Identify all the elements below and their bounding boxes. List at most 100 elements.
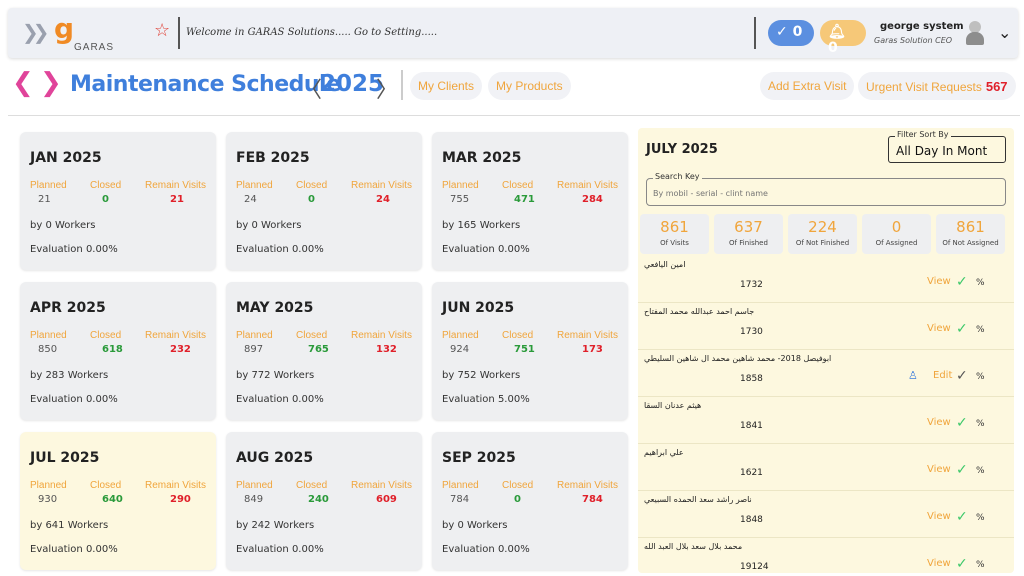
- add-extra-visit-button[interactable]: Add Extra Visit: [760, 72, 855, 100]
- visit-row: ابوفيصل 2018- محمد شاهين محمد ال شاهين ا…: [638, 350, 1014, 397]
- planned-label: Planned: [30, 480, 67, 491]
- my-products-button[interactable]: My Products: [488, 72, 571, 100]
- planned-label: Planned: [442, 180, 479, 191]
- assign-person-icon[interactable]: ♙: [908, 369, 918, 382]
- filter-sort-select[interactable]: Filter Sort By All Day In Mont: [888, 130, 1006, 163]
- divider: [401, 70, 403, 100]
- planned-label: Planned: [236, 330, 273, 341]
- view-button[interactable]: View: [927, 511, 951, 522]
- remain-label: Remain Visits: [557, 480, 618, 491]
- bell-icon: 🔔︎: [828, 24, 846, 40]
- avatar[interactable]: [964, 20, 986, 46]
- visit-code: 19124: [740, 562, 769, 572]
- my-clients-button[interactable]: My Clients: [410, 72, 483, 100]
- notifications-badge-button[interactable]: 🔔︎ 0: [820, 20, 866, 56]
- month-card[interactable]: SEP 2025 Planned Closed Remain Visits 784 0 78…: [432, 432, 628, 570]
- closed-label: Closed: [502, 180, 534, 191]
- next-page-icon[interactable]: ❯: [40, 68, 62, 98]
- closed-value: 471: [514, 194, 535, 205]
- checks-badge-button[interactable]: ✓ 0: [768, 20, 814, 46]
- visit-row: هيثم عدنان السقا 1841 View ✓%: [638, 397, 1014, 444]
- visit-code: 1841: [740, 421, 763, 431]
- remain-value: 232: [170, 344, 191, 355]
- star-icon[interactable]: ☆: [154, 20, 170, 41]
- remain-value: 784: [582, 494, 603, 505]
- previous-page-icon[interactable]: ❮: [12, 68, 34, 98]
- planned-value: 755: [450, 194, 470, 205]
- visit-code: 1621: [740, 468, 763, 478]
- evaluation: Evaluation 0.00%: [30, 394, 118, 405]
- stat-box[interactable]: 0 Of Assigned: [862, 214, 931, 254]
- planned-value: 21: [38, 194, 51, 205]
- stat-box[interactable]: 861 Of Visits: [640, 214, 709, 254]
- next-year-icon[interactable]: 〉: [376, 72, 398, 104]
- month-card[interactable]: MAY 2025 Planned Closed Remain Visits 897 765…: [226, 282, 422, 420]
- view-button[interactable]: View: [927, 417, 951, 428]
- user-name: george system: [880, 21, 964, 32]
- remain-value: 609: [376, 494, 397, 505]
- header-divider: [8, 115, 1020, 116]
- view-button[interactable]: View: [927, 558, 951, 569]
- client-name: علي ابراهيم: [644, 448, 684, 457]
- month-name: APR 2025: [30, 300, 106, 316]
- visit-row: جاسم احمد عبدالله محمد المفتاح 1730 View ✓%: [638, 303, 1014, 350]
- planned-value: 849: [244, 494, 264, 505]
- percent-label: %: [976, 466, 985, 476]
- remain-value: 173: [582, 344, 603, 355]
- month-name: MAR 2025: [442, 150, 522, 166]
- stat-value: 637: [734, 218, 763, 236]
- closed-value: 640: [102, 494, 123, 505]
- expand-menu-icon[interactable]: ❯❯: [22, 20, 49, 44]
- stat-box[interactable]: 861 Of Not Assigned: [936, 214, 1005, 254]
- month-card[interactable]: FEB 2025 Planned Closed Remain Visits 24 0 24 b…: [226, 132, 422, 270]
- client-name: هيثم عدنان السقا: [644, 401, 702, 410]
- check-icon: ✓: [956, 274, 968, 290]
- search-legend: Search Key: [653, 172, 702, 181]
- view-button[interactable]: View: [927, 323, 951, 334]
- stat-value: 861: [956, 218, 985, 236]
- planned-value: 24: [244, 194, 257, 205]
- check-icon: ✓: [956, 462, 968, 478]
- workers-count: by 772 Workers: [236, 370, 315, 381]
- visit-code: 1730: [740, 327, 763, 337]
- month-card[interactable]: MAR 2025 Planned Closed Remain Visits 755 471…: [432, 132, 628, 270]
- percent-label: %: [976, 513, 985, 523]
- remain-label: Remain Visits: [557, 180, 618, 191]
- notifications-count: 0: [828, 40, 838, 56]
- visit-row: امين اليافعي 1732 View ✓%: [638, 256, 1014, 303]
- month-card[interactable]: JUL 2025 Planned Closed Remain Visits 930 640…: [20, 432, 216, 570]
- workers-count: by 0 Workers: [30, 220, 96, 231]
- top-bar: ❯❯ g GARAS ☆ Welcome in GARAS Solutions.…: [8, 8, 1018, 58]
- closed-label: Closed: [502, 480, 534, 491]
- check-icon: ✓: [956, 321, 968, 337]
- month-card[interactable]: JAN 2025 Planned Closed Remain Visits 21 0 21 b…: [20, 132, 216, 270]
- visit-row: محمد بلال سعد بلال العبد الله 19124 View ✓%: [638, 538, 1014, 573]
- client-name: ابوفيصل 2018- محمد شاهين محمد ال شاهين ا…: [644, 354, 832, 363]
- month-card[interactable]: AUG 2025 Planned Closed Remain Visits 849 240…: [226, 432, 422, 570]
- stat-caption: Of Not Finished: [795, 239, 850, 247]
- visit-code: 1858: [740, 374, 763, 384]
- panel-title: JULY 2025: [646, 142, 718, 157]
- check-icon: ✓: [956, 415, 968, 431]
- search-input[interactable]: [653, 189, 993, 198]
- remain-value: 21: [170, 194, 184, 205]
- stat-box[interactable]: 224 Of Not Finished: [788, 214, 857, 254]
- view-button[interactable]: View: [927, 464, 951, 475]
- view-button[interactable]: View: [927, 276, 951, 287]
- stat-caption: Of Visits: [660, 239, 689, 247]
- previous-year-icon[interactable]: 〈: [300, 72, 322, 104]
- evaluation: Evaluation 0.00%: [236, 394, 324, 405]
- month-name: MAY 2025: [236, 300, 314, 316]
- stat-box[interactable]: 637 Of Finished: [714, 214, 783, 254]
- urgent-visit-requests-button[interactable]: Urgent Visit Requests 567: [858, 72, 1016, 100]
- closed-value: 618: [102, 344, 123, 355]
- month-card[interactable]: JUN 2025 Planned Closed Remain Visits 924 751…: [432, 282, 628, 420]
- check-icon: ✓: [956, 368, 968, 384]
- user-menu-chevron-icon[interactable]: ⌄: [998, 23, 1011, 42]
- planned-label: Planned: [442, 330, 479, 341]
- edit-button[interactable]: Edit: [933, 370, 952, 381]
- garas-logo[interactable]: g GARAS: [54, 12, 114, 53]
- planned-value: 930: [38, 494, 58, 505]
- planned-label: Planned: [236, 180, 273, 191]
- month-card[interactable]: APR 2025 Planned Closed Remain Visits 850 618…: [20, 282, 216, 420]
